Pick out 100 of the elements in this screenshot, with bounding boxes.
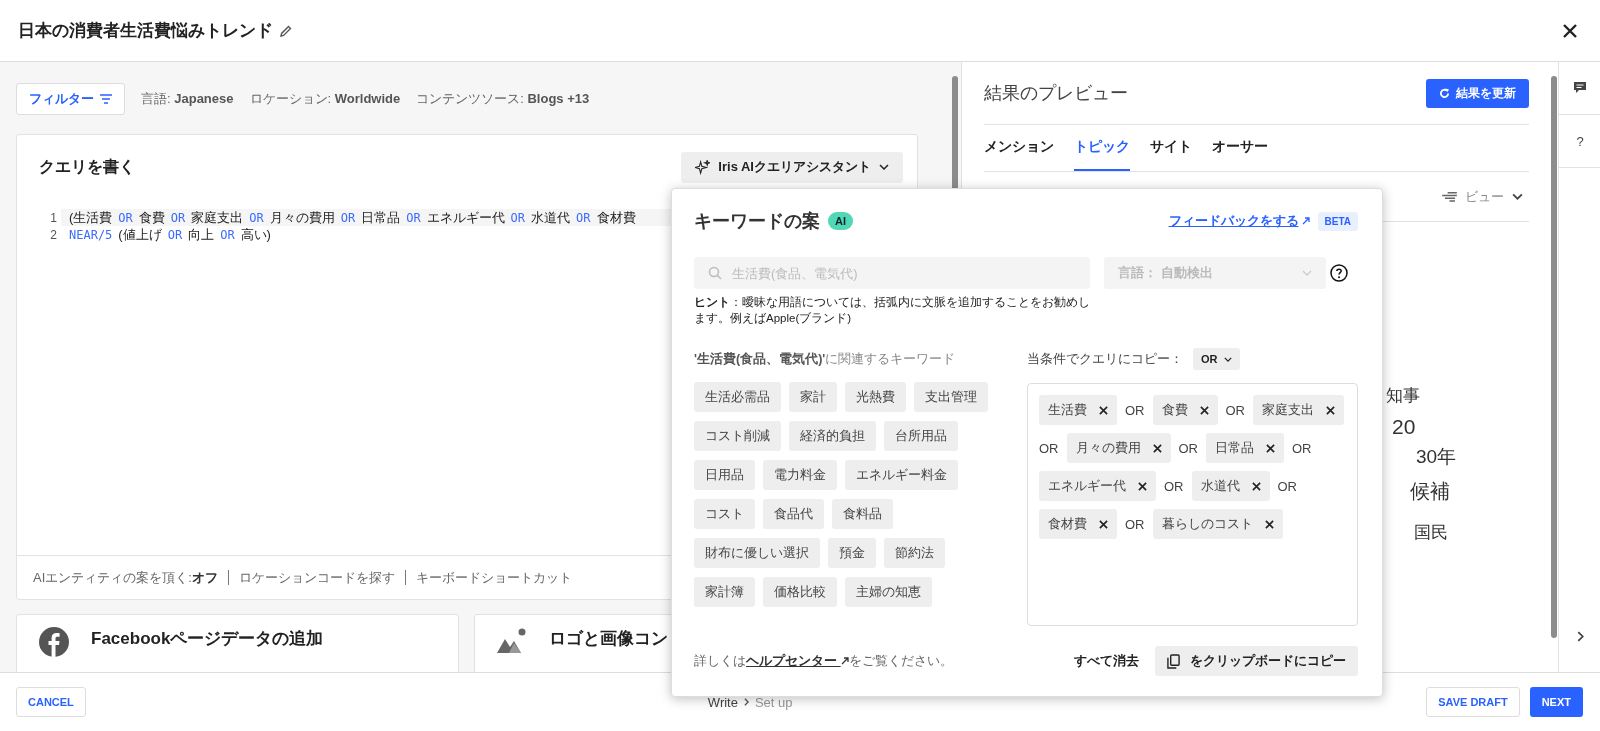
pencil-icon[interactable] xyxy=(279,23,293,38)
query-operator: OR xyxy=(249,210,264,225)
remove-icon[interactable] xyxy=(1099,519,1108,529)
operator-select[interactable]: OR xyxy=(1193,348,1240,370)
cloud-word[interactable]: 30年 xyxy=(1416,444,1457,470)
integration-card[interactable]: Facebookページデータの追加 xyxy=(16,614,459,672)
keyword-chip[interactable]: 経済的負担 xyxy=(789,421,876,451)
chevron-down-icon xyxy=(1512,193,1523,200)
filter-summary: 言語: Japanese xyxy=(141,90,234,108)
or-connector: OR xyxy=(1292,440,1312,456)
view-dropdown[interactable]: ビュー xyxy=(1436,186,1529,207)
comment-icon[interactable] xyxy=(1573,81,1587,95)
query-term: 食材費 xyxy=(596,208,636,227)
keyword-chip[interactable]: 生活必需品 xyxy=(694,382,781,412)
keyword-chip[interactable]: 台所用品 xyxy=(884,421,958,451)
keyword-chip[interactable]: エネルギー料金 xyxy=(845,460,958,490)
keyword-chip[interactable]: 光熱費 xyxy=(845,382,906,412)
keyword-text: 水道代 xyxy=(1200,477,1240,495)
help-icon[interactable] xyxy=(1330,264,1348,282)
scrollbar[interactable] xyxy=(1551,76,1557,638)
remove-icon[interactable] xyxy=(1326,405,1335,415)
keyword-chip[interactable]: 主婦の知恵 xyxy=(845,577,932,607)
query-term: (値上げ xyxy=(118,225,162,244)
keyword-chip[interactable]: 家計 xyxy=(789,382,837,412)
copy-button[interactable]: をクリップボードにコピー xyxy=(1155,646,1358,676)
query-term: 月々の費用 xyxy=(269,208,335,227)
keyword-text: 食材費 xyxy=(1048,515,1087,533)
footer-link[interactable]: ロケーションコードを探す xyxy=(238,568,395,587)
help-center-link[interactable]: ヘルプセンター xyxy=(746,653,849,668)
preview-tab[interactable]: サイト xyxy=(1150,125,1192,171)
preview-tab[interactable]: トピック xyxy=(1074,125,1130,171)
query-term: エネルギー代 xyxy=(426,208,505,227)
remove-icon[interactable] xyxy=(1266,443,1275,453)
keyword-chip[interactable]: コスト削減 xyxy=(694,421,781,451)
line-number: 1 xyxy=(49,210,57,225)
query-term: 高い) xyxy=(240,225,271,244)
cloud-word[interactable]: 候補 xyxy=(1410,478,1450,505)
remove-icon[interactable] xyxy=(1138,481,1147,491)
query-operator: OR xyxy=(118,210,133,225)
keyword-chip[interactable]: 電力料金 xyxy=(763,460,837,490)
query-operator: OR xyxy=(576,210,591,225)
or-connector: OR xyxy=(1125,402,1145,418)
keyword-chip[interactable]: 節約法 xyxy=(884,538,945,568)
cloud-word[interactable]: 20 xyxy=(1392,415,1416,439)
remove-icon[interactable] xyxy=(1264,519,1274,529)
refresh-button[interactable]: 結果を更新 xyxy=(1426,78,1529,108)
view-icon xyxy=(1442,191,1457,202)
query-term: 家庭支出 xyxy=(191,208,244,227)
save-draft-button[interactable]: SAVE DRAFT xyxy=(1426,687,1520,717)
copy-condition-label: 当条件でクエリにコピー： xyxy=(1027,350,1183,368)
remove-icon[interactable] xyxy=(1152,443,1162,453)
keyword-chip[interactable]: 食品代 xyxy=(763,499,824,529)
query-operator: OR xyxy=(340,210,356,225)
help-button[interactable]: ? xyxy=(1576,133,1584,149)
keyword-chip[interactable]: 支出管理 xyxy=(914,382,988,412)
next-button[interactable]: NEXT xyxy=(1529,687,1583,717)
remove-icon[interactable] xyxy=(1099,405,1108,415)
page-title: 日本の消費者生活費悩みトレンド xyxy=(18,20,273,42)
keyword-chip[interactable]: 日用品 xyxy=(694,460,755,490)
close-icon[interactable] xyxy=(1562,22,1578,39)
facebook-icon xyxy=(39,627,69,657)
keyword-text: 食費 xyxy=(1161,401,1188,419)
footer-link[interactable]: キーボードショートカット xyxy=(415,568,572,587)
preview-tab[interactable]: メンション xyxy=(984,125,1054,171)
preview-tab[interactable]: オーサー xyxy=(1212,125,1268,171)
help-text: 詳しくはヘルプセンター をご覧ください。 xyxy=(694,652,953,670)
assistant-button[interactable]: Iris AIクエリアシスタント xyxy=(681,151,903,183)
sparkle-icon xyxy=(695,159,711,175)
filter-summary: コンテンツソース: Blogs +13 xyxy=(416,90,590,108)
query-term: 向上 xyxy=(188,225,215,244)
keyword-chip[interactable]: 家計簿 xyxy=(694,577,755,607)
ai-entity-toggle[interactable]: AIエンティティの案を頂く:オフ xyxy=(33,568,218,587)
chevron-down-icon xyxy=(1302,270,1312,276)
cloud-word[interactable]: 知事 xyxy=(1386,384,1420,407)
filter-button[interactable]: フィルター xyxy=(16,83,125,115)
keyword-chip[interactable]: コスト xyxy=(694,499,755,529)
remove-icon[interactable] xyxy=(1199,405,1209,415)
image-icon xyxy=(497,627,527,653)
cancel-button[interactable]: CANCEL xyxy=(16,687,86,717)
chevron-right-icon[interactable] xyxy=(1576,631,1584,642)
wizard-step: Set up xyxy=(754,694,793,710)
query-operator: OR xyxy=(220,227,235,242)
ai-badge: AI xyxy=(828,212,853,230)
keyword-chip[interactable]: 預金 xyxy=(828,538,876,568)
keyword-chip[interactable]: 財布に優しい選択 xyxy=(694,538,820,568)
feedback-link[interactable]: フィードバックをする xyxy=(1168,212,1310,230)
query-operator: OR xyxy=(170,210,186,225)
query-term: 食費 xyxy=(138,208,165,227)
query-term: 水道代 xyxy=(531,208,571,227)
keyword-chip[interactable]: 価格比較 xyxy=(763,577,837,607)
clear-all-button[interactable]: すべて消去 xyxy=(1062,652,1151,670)
chevron-right-icon xyxy=(743,698,749,706)
line-number: 2 xyxy=(49,227,57,242)
remove-icon[interactable] xyxy=(1251,481,1261,491)
hint-text: ヒント：曖昧な用語については、括弧内に文脈を追加することをお勧めします。例えばApple(ブランド) xyxy=(694,295,1091,326)
card-title: Facebookページデータの追加 xyxy=(91,628,324,650)
keyword-chip[interactable]: 食料品 xyxy=(832,499,893,529)
chevron-down-icon xyxy=(1223,356,1232,362)
filter-icon xyxy=(100,94,112,104)
cloud-word[interactable]: 国民 xyxy=(1414,521,1448,544)
